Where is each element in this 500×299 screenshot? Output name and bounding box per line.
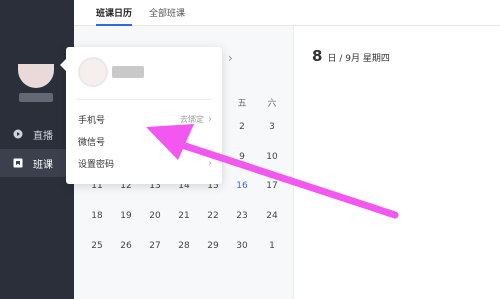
sidebar-item-class[interactable]: 班课	[0, 149, 74, 177]
calendar-day[interactable]: 20	[146, 211, 164, 221]
tab-class-calendar[interactable]: 班课日历	[96, 6, 133, 26]
calendar-day[interactable]: 19	[117, 211, 135, 221]
calendar-day[interactable]: 29	[204, 241, 222, 251]
sidebar: 直播 班课	[0, 0, 74, 299]
calendar-day[interactable]: 22	[204, 211, 222, 221]
calendar-day[interactable]: 21	[175, 211, 193, 221]
sidebar-item-label: 直播	[33, 130, 53, 142]
calendar-day[interactable]: 28	[175, 241, 193, 251]
calendar-day[interactable]: 2	[233, 122, 251, 132]
account-popup: 手机号 去绑定 › 微信号 设置密码 ›	[60, 47, 222, 184]
user-name-blurred	[19, 93, 53, 102]
weekday-header: 六	[267, 99, 277, 109]
calendar-day[interactable]: 1	[263, 241, 281, 251]
popup-user-name-blurred	[112, 66, 144, 78]
popup-avatar	[78, 57, 108, 87]
calendar-day[interactable]: 30	[233, 241, 251, 251]
calendar-day[interactable]: 25	[88, 241, 106, 251]
top-tab-bar: 班课日历 全部班课	[74, 0, 500, 26]
live-icon	[13, 129, 23, 139]
sidebar-item-label: 班课	[33, 159, 53, 171]
weekday-header: 五	[237, 99, 247, 109]
calendar-day[interactable]: 9	[233, 152, 251, 162]
class-icon	[13, 158, 23, 168]
calendar-day[interactable]: 24	[263, 211, 281, 221]
chevron-right-icon: ›	[208, 157, 212, 169]
selected-day-number: 8	[312, 47, 323, 65]
calendar-day[interactable]: 27	[146, 241, 164, 251]
sidebar-item-live[interactable]: 直播	[0, 120, 74, 148]
wechat-label: 微信号	[78, 137, 106, 148]
calendar-day[interactable]: 23	[233, 211, 251, 221]
tab-all-classes[interactable]: 全部班课	[149, 6, 185, 19]
bind-phone-link[interactable]: 去绑定	[180, 114, 204, 125]
phone-row[interactable]: 手机号 去绑定 ›	[78, 111, 212, 127]
calendar-day-selected[interactable]: 16	[233, 181, 251, 191]
avatar[interactable]	[18, 64, 54, 88]
chevron-right-icon: ›	[208, 113, 212, 125]
selected-date-detail: 日 / 9月 星期四	[327, 54, 390, 64]
calendar-day[interactable]: 17	[263, 181, 281, 191]
chevron-right-icon[interactable]: ›	[228, 51, 233, 65]
wechat-row[interactable]: 微信号	[78, 133, 212, 149]
set-password-label: 设置密码	[78, 159, 115, 170]
selected-date-title: 8 日 / 9月 星期四	[312, 46, 390, 65]
calendar-day[interactable]: 26	[117, 241, 135, 251]
set-password-row[interactable]: 设置密码 ›	[78, 155, 212, 171]
calendar-day[interactable]: 18	[88, 211, 106, 221]
phone-label: 手机号	[78, 115, 106, 126]
calendar-day[interactable]: 3	[263, 122, 281, 132]
divider	[76, 99, 212, 100]
calendar-day[interactable]: 10	[263, 152, 281, 162]
